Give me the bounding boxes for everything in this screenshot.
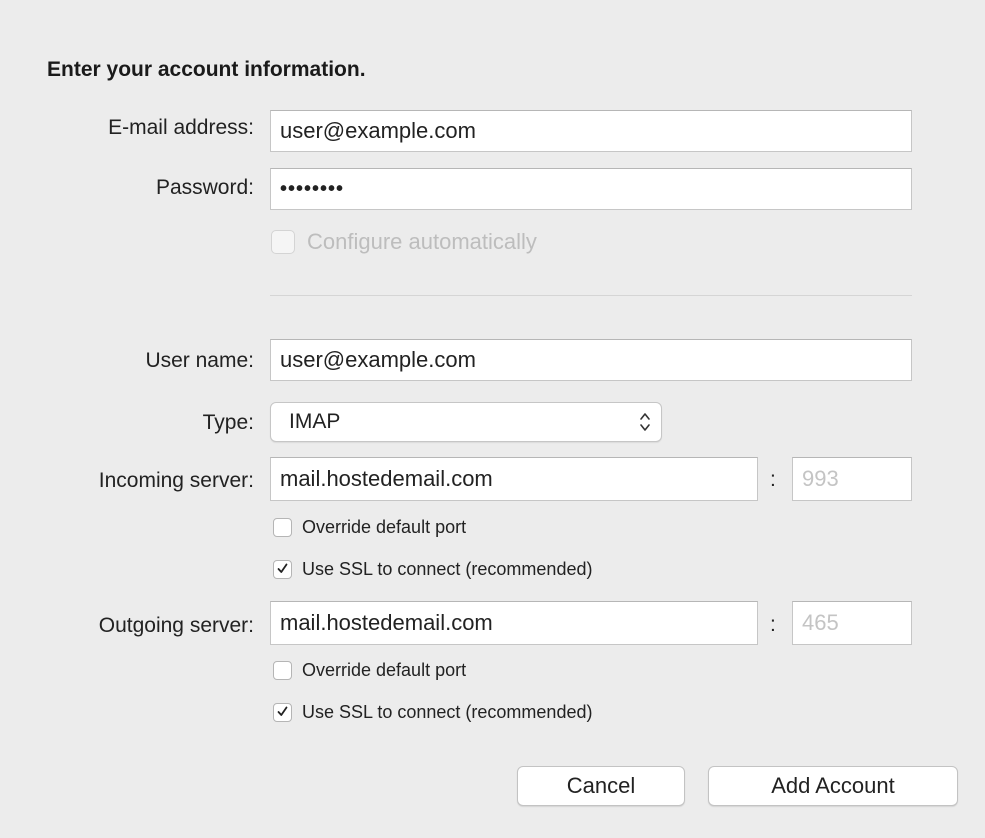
- cancel-button[interactable]: Cancel: [517, 766, 685, 806]
- outgoing-ssl-option[interactable]: Use SSL to connect (recommended): [273, 702, 592, 723]
- add-account-button[interactable]: Add Account: [708, 766, 958, 806]
- outgoing-ssl-label: Use SSL to connect (recommended): [302, 702, 593, 722]
- username-field[interactable]: user@example.com: [270, 339, 912, 381]
- incoming-port-field[interactable]: 993: [792, 457, 912, 501]
- outgoing-server-label: Outgoing server:: [98, 614, 254, 637]
- outgoing-server-field[interactable]: mail.hostedemail.com: [270, 601, 758, 645]
- incoming-override-port-checkbox[interactable]: [273, 518, 292, 537]
- checkmark-icon: [277, 563, 288, 573]
- configure-automatically-checkbox[interactable]: [271, 230, 295, 254]
- account-type-select[interactable]: IMAP: [270, 402, 662, 442]
- username-label: User name:: [145, 349, 254, 372]
- checkmark-icon: [277, 706, 288, 716]
- incoming-port-separator: :: [770, 468, 776, 491]
- password-label: Password:: [155, 176, 254, 199]
- incoming-override-port-option[interactable]: Override default port: [273, 517, 466, 538]
- outgoing-port-separator: :: [770, 613, 776, 636]
- incoming-override-port-label: Override default port: [302, 517, 467, 537]
- incoming-ssl-label: Use SSL to connect (recommended): [302, 559, 593, 579]
- section-divider: [270, 295, 912, 296]
- outgoing-override-port-checkbox[interactable]: [273, 661, 292, 680]
- up-down-chevron-icon: [640, 413, 650, 431]
- incoming-server-label: Incoming server:: [98, 469, 254, 492]
- account-setup-dialog: Enter your account information. E-mail a…: [0, 0, 985, 838]
- type-label: Type:: [202, 411, 254, 434]
- outgoing-override-port-label: Override default port: [302, 660, 467, 680]
- incoming-ssl-checkbox[interactable]: [273, 560, 292, 579]
- email-field[interactable]: user@example.com: [270, 110, 912, 152]
- configure-automatically-option[interactable]: Configure automatically: [271, 229, 537, 255]
- outgoing-override-port-option[interactable]: Override default port: [273, 660, 466, 681]
- password-field[interactable]: ••••••••: [270, 168, 912, 210]
- outgoing-ssl-checkbox[interactable]: [273, 703, 292, 722]
- account-type-value: IMAP: [289, 410, 341, 433]
- email-label: E-mail address:: [108, 116, 254, 139]
- outgoing-port-field[interactable]: 465: [792, 601, 912, 645]
- dialog-heading: Enter your account information.: [47, 58, 366, 81]
- incoming-ssl-option[interactable]: Use SSL to connect (recommended): [273, 559, 592, 580]
- incoming-server-field[interactable]: mail.hostedemail.com: [270, 457, 758, 501]
- configure-automatically-label: Configure automatically: [307, 229, 537, 254]
